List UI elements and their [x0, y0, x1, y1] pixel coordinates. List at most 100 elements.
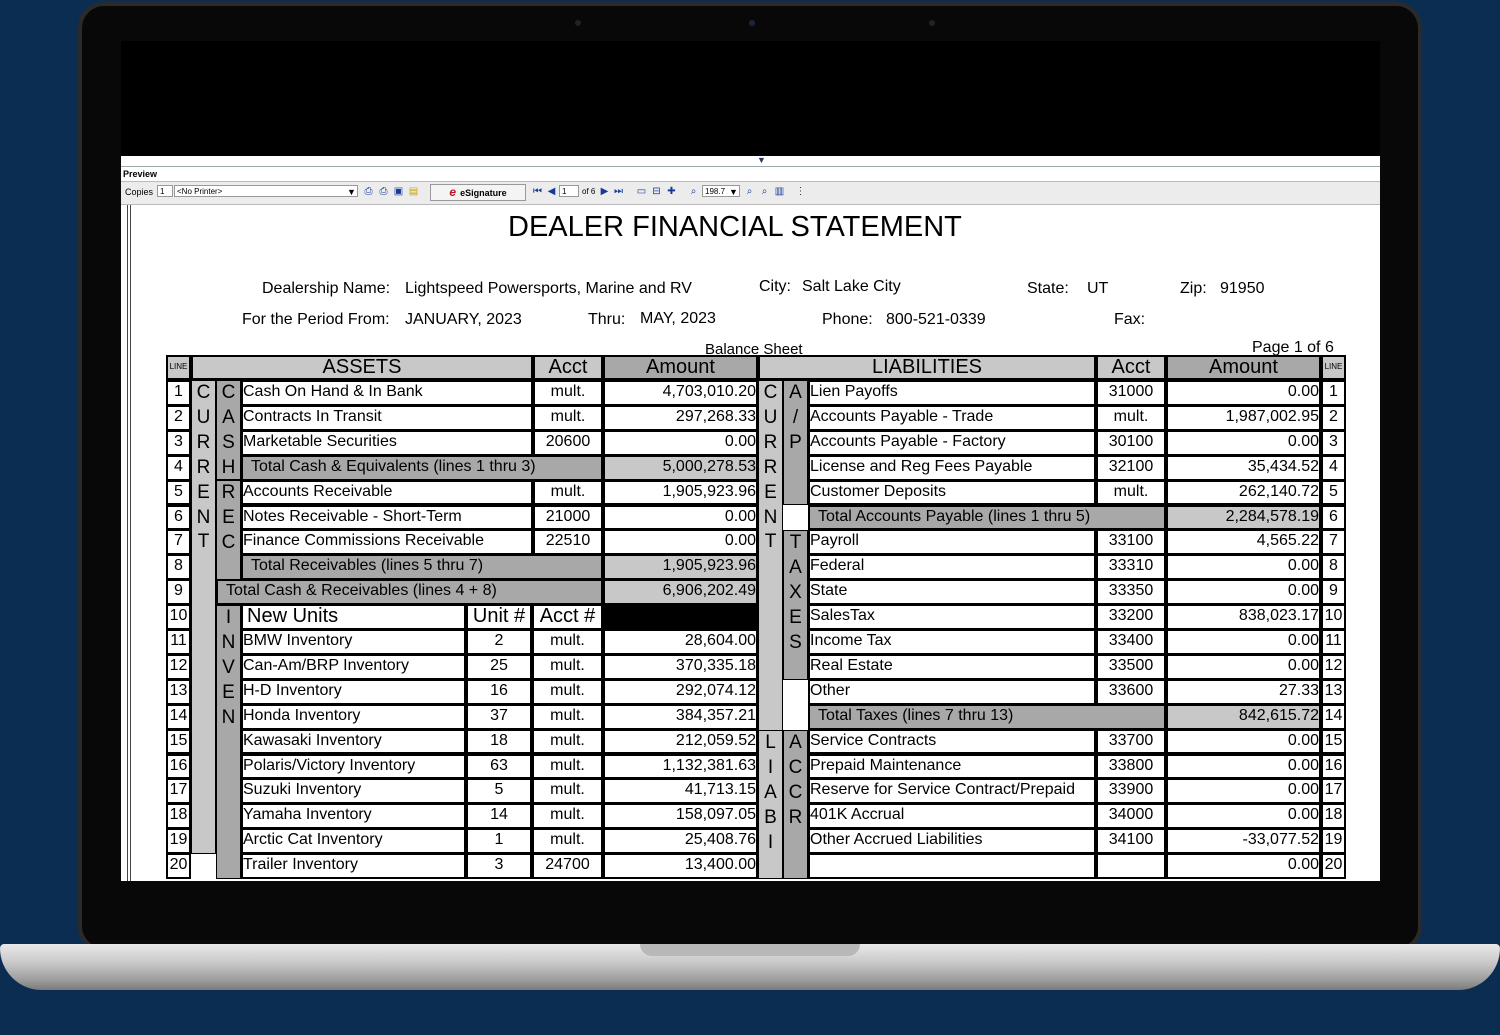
acct-value[interactable]: 33800 — [1096, 753, 1166, 780]
preview-toolbar: Copies 1 <No Printer> ▼ ⎙ ⎙ ▣ ▤ e eSignat… — [121, 181, 1380, 205]
acct-value[interactable]: 31000 — [1096, 380, 1166, 406]
amount-value[interactable]: 0.00 — [603, 429, 758, 456]
acct-value[interactable]: 33310 — [1096, 554, 1166, 581]
amount-value[interactable]: 297,268.33 — [603, 404, 758, 431]
zoom-in-icon[interactable]: ⌕ — [743, 185, 756, 198]
amount-value[interactable]: 0.00 — [1166, 429, 1321, 456]
amount-value[interactable]: 158,097.05 — [603, 803, 758, 830]
next-page-icon[interactable]: ▶ — [598, 185, 611, 198]
acct-value[interactable]: mult. — [533, 380, 603, 406]
amount-value[interactable]: 4,703,010.20 — [603, 380, 758, 406]
acct-value[interactable]: mult. — [1096, 404, 1166, 431]
acct-value[interactable] — [1096, 853, 1166, 879]
amount-value[interactable]: 370,335.18 — [603, 653, 758, 680]
liability-name: Other — [808, 678, 1096, 705]
fit-page-icon[interactable]: ⊟ — [650, 185, 663, 198]
amount-value[interactable]: 35,434.52 — [1166, 454, 1321, 481]
page-number-input[interactable]: 1 — [559, 185, 579, 197]
first-page-icon[interactable]: ⏮ — [531, 185, 544, 198]
acct-value[interactable]: mult. — [532, 803, 603, 830]
amount-value[interactable]: 1,987,002.95 — [1166, 404, 1321, 431]
amount-value[interactable]: 0.00 — [1166, 728, 1321, 755]
amount-value[interactable]: 13,400.00 — [603, 853, 758, 879]
acct-value[interactable]: mult. — [532, 728, 603, 755]
save-icon[interactable]: ▣ — [392, 185, 405, 198]
print-setup-icon[interactable]: ⎙ — [377, 185, 390, 198]
amount-value[interactable]: 0.00 — [1166, 629, 1321, 655]
amount-value[interactable]: 0.00 — [1166, 653, 1321, 680]
acct-value[interactable]: mult. — [532, 778, 603, 805]
acct-value[interactable]: 24700 — [532, 853, 603, 879]
amount-value[interactable]: 0.00 — [1166, 380, 1321, 406]
amount-value[interactable]: 838,023.17 — [1166, 604, 1321, 630]
amount-value[interactable]: 384,357.21 — [603, 703, 758, 730]
acct-value[interactable]: mult. — [532, 678, 603, 705]
acct-value[interactable]: 33600 — [1096, 678, 1166, 705]
collapse-arrow-icon[interactable]: ▼ — [757, 156, 766, 165]
zoom-dropdown-icon[interactable]: ▼ — [729, 185, 738, 199]
acct-value[interactable]: mult. — [533, 404, 603, 431]
acct-value[interactable]: 33400 — [1096, 629, 1166, 655]
print-icon[interactable]: ⎙ — [362, 185, 375, 198]
acct-value[interactable]: 22510 — [533, 529, 603, 556]
chevron-down-icon[interactable]: ▼ — [347, 185, 356, 199]
prev-page-icon[interactable]: ◀ — [545, 185, 558, 198]
acct-value[interactable]: mult. — [532, 653, 603, 680]
acct-value[interactable]: 30100 — [1096, 429, 1166, 456]
inventory-name: Suzuki Inventory — [241, 778, 466, 805]
acct-value[interactable]: mult. — [533, 479, 603, 506]
acct-value[interactable]: 33200 — [1096, 604, 1166, 630]
last-page-icon[interactable]: ⏭ — [612, 185, 625, 198]
line-number: 12 — [1321, 653, 1346, 680]
amount-value[interactable]: 4,565.22 — [1166, 529, 1321, 556]
esignature-button[interactable]: e eSignature — [430, 184, 526, 201]
acct-value[interactable]: 34000 — [1096, 803, 1166, 830]
acct-value[interactable]: 32100 — [1096, 454, 1166, 481]
export-icon[interactable]: ▥ — [773, 185, 786, 198]
amount-value[interactable]: 0.00 — [603, 504, 758, 531]
pane-splitter[interactable]: ▼ — [121, 156, 1380, 167]
acct-value[interactable]: mult. — [532, 753, 603, 780]
acct-value[interactable]: 20600 — [533, 429, 603, 456]
acct-value[interactable]: 33500 — [1096, 653, 1166, 680]
amount-value[interactable]: 1,132,381.63 — [603, 753, 758, 780]
zoom-icon[interactable]: ⌕ — [687, 185, 700, 198]
acct-value[interactable]: mult. — [532, 703, 603, 730]
amount-value[interactable]: 0.00 — [1166, 579, 1321, 606]
amount-value[interactable]: 0.00 — [1166, 753, 1321, 780]
printer-select[interactable]: <No Printer> — [174, 185, 358, 197]
open-folder-icon[interactable]: ▤ — [407, 185, 420, 198]
zoom-out-icon[interactable]: ⌕ — [758, 185, 771, 198]
amount-value[interactable]: 262,140.72 — [1166, 479, 1321, 506]
acct-value[interactable]: 33350 — [1096, 579, 1166, 606]
full-page-icon[interactable]: ✚ — [665, 185, 678, 198]
amount-value[interactable]: 0.00 — [1166, 853, 1321, 879]
amount-value[interactable]: 0.00 — [1166, 778, 1321, 805]
top-pane — [121, 41, 1380, 156]
acct-value[interactable]: 21000 — [533, 504, 603, 531]
acct-value[interactable]: 34100 — [1096, 828, 1166, 855]
page-count-label: of 6 — [582, 187, 596, 196]
acct-value[interactable]: 33900 — [1096, 778, 1166, 805]
acct-value[interactable]: mult. — [1096, 479, 1166, 506]
acct-value[interactable]: mult. — [532, 828, 603, 855]
acct-value[interactable]: 33700 — [1096, 728, 1166, 755]
acct-value[interactable]: mult. — [532, 629, 603, 655]
amount-value[interactable]: 292,074.12 — [603, 678, 758, 705]
amount-value[interactable]: 41,713.15 — [603, 778, 758, 805]
amount-value[interactable]: 27.33 — [1166, 678, 1321, 705]
unit-count: 16 — [466, 678, 532, 705]
acct-value[interactable]: 33100 — [1096, 529, 1166, 556]
amount-value[interactable]: 0.00 — [1166, 554, 1321, 581]
amount-value[interactable]: 0.00 — [603, 529, 758, 556]
amount-value[interactable]: 212,059.52 — [603, 728, 758, 755]
page-width-icon[interactable]: ▭ — [635, 185, 648, 198]
amount-value[interactable]: 25,408.76 — [603, 828, 758, 855]
more-options-icon[interactable]: ⋮ — [794, 185, 807, 198]
amount-value[interactable]: 28,604.00 — [603, 629, 758, 655]
amount-value[interactable]: -33,077.52 — [1166, 828, 1321, 855]
amount-value[interactable]: 1,905,923.96 — [603, 479, 758, 506]
copies-input[interactable]: 1 — [157, 185, 173, 197]
group-accr: A C C R — [783, 730, 808, 879]
amount-value[interactable]: 0.00 — [1166, 803, 1321, 830]
